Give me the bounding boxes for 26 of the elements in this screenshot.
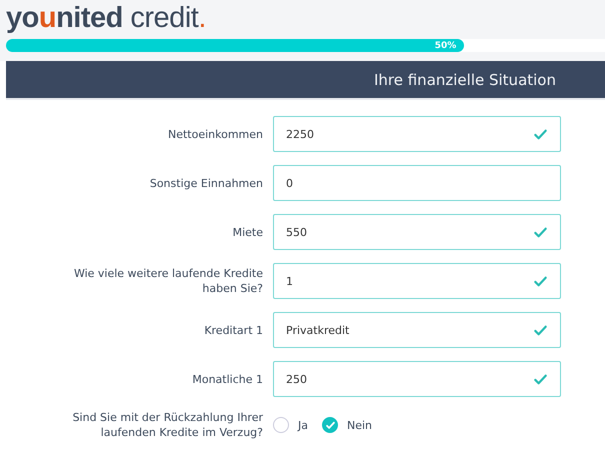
check-icon bbox=[533, 322, 548, 338]
radio-checked[interactable] bbox=[322, 417, 338, 433]
input-field[interactable]: 2250 bbox=[273, 116, 561, 152]
logo: younited credit. bbox=[6, 2, 206, 34]
check-icon bbox=[533, 372, 548, 386]
question-label: Sind Sie mit der Rückzahlung Ihrer laufenden Kredite im Verzug? bbox=[72, 410, 264, 440]
input-field[interactable]: 250 bbox=[273, 361, 561, 397]
field-label: Monatliche 1 bbox=[191, 372, 264, 386]
progress-reading: 50% bbox=[434, 40, 458, 50]
check-icon bbox=[533, 126, 548, 142]
radio-button[interactable] bbox=[273, 417, 289, 433]
radio-label: Nein bbox=[347, 418, 372, 432]
input-field[interactable]: 1 bbox=[273, 263, 561, 299]
radio-label: Ja bbox=[298, 418, 308, 432]
field-label: Wie viele weitere laufende Kredite haben Sie? bbox=[72, 266, 264, 296]
check-icon bbox=[533, 274, 548, 288]
section-title: Ihre finanzielle Situation bbox=[374, 70, 556, 88]
input-field[interactable]: Privatkredit bbox=[273, 312, 561, 348]
field-label: Kreditart 1 bbox=[203, 322, 264, 338]
check-icon bbox=[324, 420, 336, 430]
check-icon bbox=[533, 224, 548, 240]
field-label: Sonstige Einnahmen bbox=[148, 176, 264, 190]
input-field[interactable]: 0 bbox=[273, 165, 561, 201]
field-label: Nettoeinkommen bbox=[166, 126, 264, 142]
input-field[interactable]: 550 bbox=[273, 214, 561, 250]
field-label: Miete bbox=[232, 224, 264, 240]
